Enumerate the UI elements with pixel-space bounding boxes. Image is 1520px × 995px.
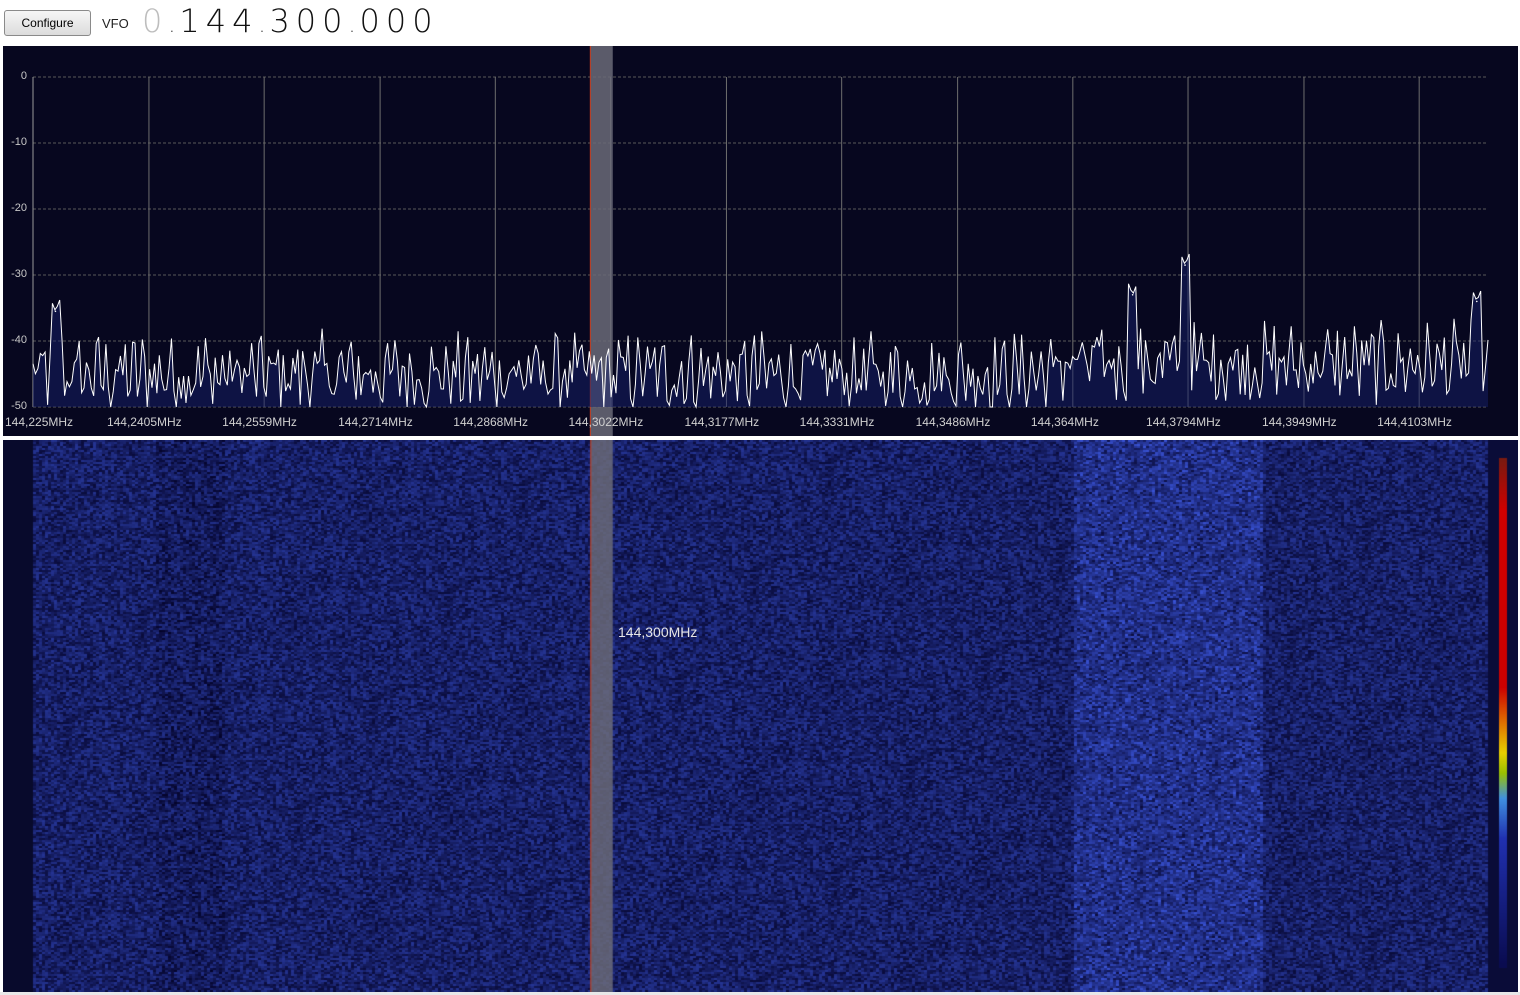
y-tick-label: -40 (11, 334, 27, 346)
configure-button[interactable]: Configure (4, 10, 91, 36)
spectrum-plot[interactable] (3, 46, 1518, 436)
center-frequency-label: 144,300MHz (618, 624, 698, 640)
toolbar: Configure VFO 0.144.300.000 (0, 0, 1520, 46)
vfo-digits-mhz[interactable]: 144 (179, 2, 258, 40)
vfo-label: VFO (102, 16, 129, 31)
vfo-digits-hz[interactable]: 000 (360, 2, 439, 40)
vfo-frequency-display[interactable]: 0.144.300.000 (142, 2, 439, 40)
x-tick-label: 144,3949MHz (1261, 415, 1337, 429)
y-tick-label: -10 (11, 136, 27, 148)
x-tick-label: 144,3331MHz (799, 415, 875, 429)
x-tick-label: 144,2714MHz (338, 415, 413, 429)
spectrum-peak (1131, 294, 1134, 296)
x-tick-label: 144,2868MHz (453, 415, 529, 429)
y-tick-label: -20 (11, 202, 27, 214)
spectrum-fill (33, 254, 1488, 407)
vfo-digit-ghz[interactable]: 0 (142, 2, 168, 40)
x-tick-label: 144,2559MHz (222, 415, 297, 429)
x-tick-label: 144,3022MHz (568, 415, 644, 429)
waterfall-panel[interactable]: 144,300MHz (3, 440, 1518, 992)
spectrum-peak (1184, 264, 1186, 266)
x-tick-label: 144,364MHz (1030, 415, 1099, 429)
spectrum-panel[interactable]: 0 -10 -20 -30 -40 -50 144,225MHz 144,2405MHz 14… (3, 46, 1518, 436)
x-tick-label: 144,225MHz (5, 415, 74, 429)
x-tick-label: 144,2405MHz (106, 415, 182, 429)
y-tick-label: 0 (20, 70, 27, 82)
y-tick-label: -30 (11, 268, 27, 280)
spectrum-peak (1475, 300, 1478, 303)
spectrum-peak (54, 310, 57, 313)
y-tick-label: -50 (11, 400, 27, 412)
vfo-digits-khz[interactable]: 300 (269, 2, 348, 40)
x-tick-label: 144,4103MHz (1377, 415, 1452, 429)
waterfall-canvas[interactable] (3, 440, 1518, 992)
x-tick-label: 144,3177MHz (684, 415, 760, 429)
x-tick-label: 144,3486MHz (915, 415, 991, 429)
x-tick-label: 144,3794MHz (1146, 415, 1221, 429)
